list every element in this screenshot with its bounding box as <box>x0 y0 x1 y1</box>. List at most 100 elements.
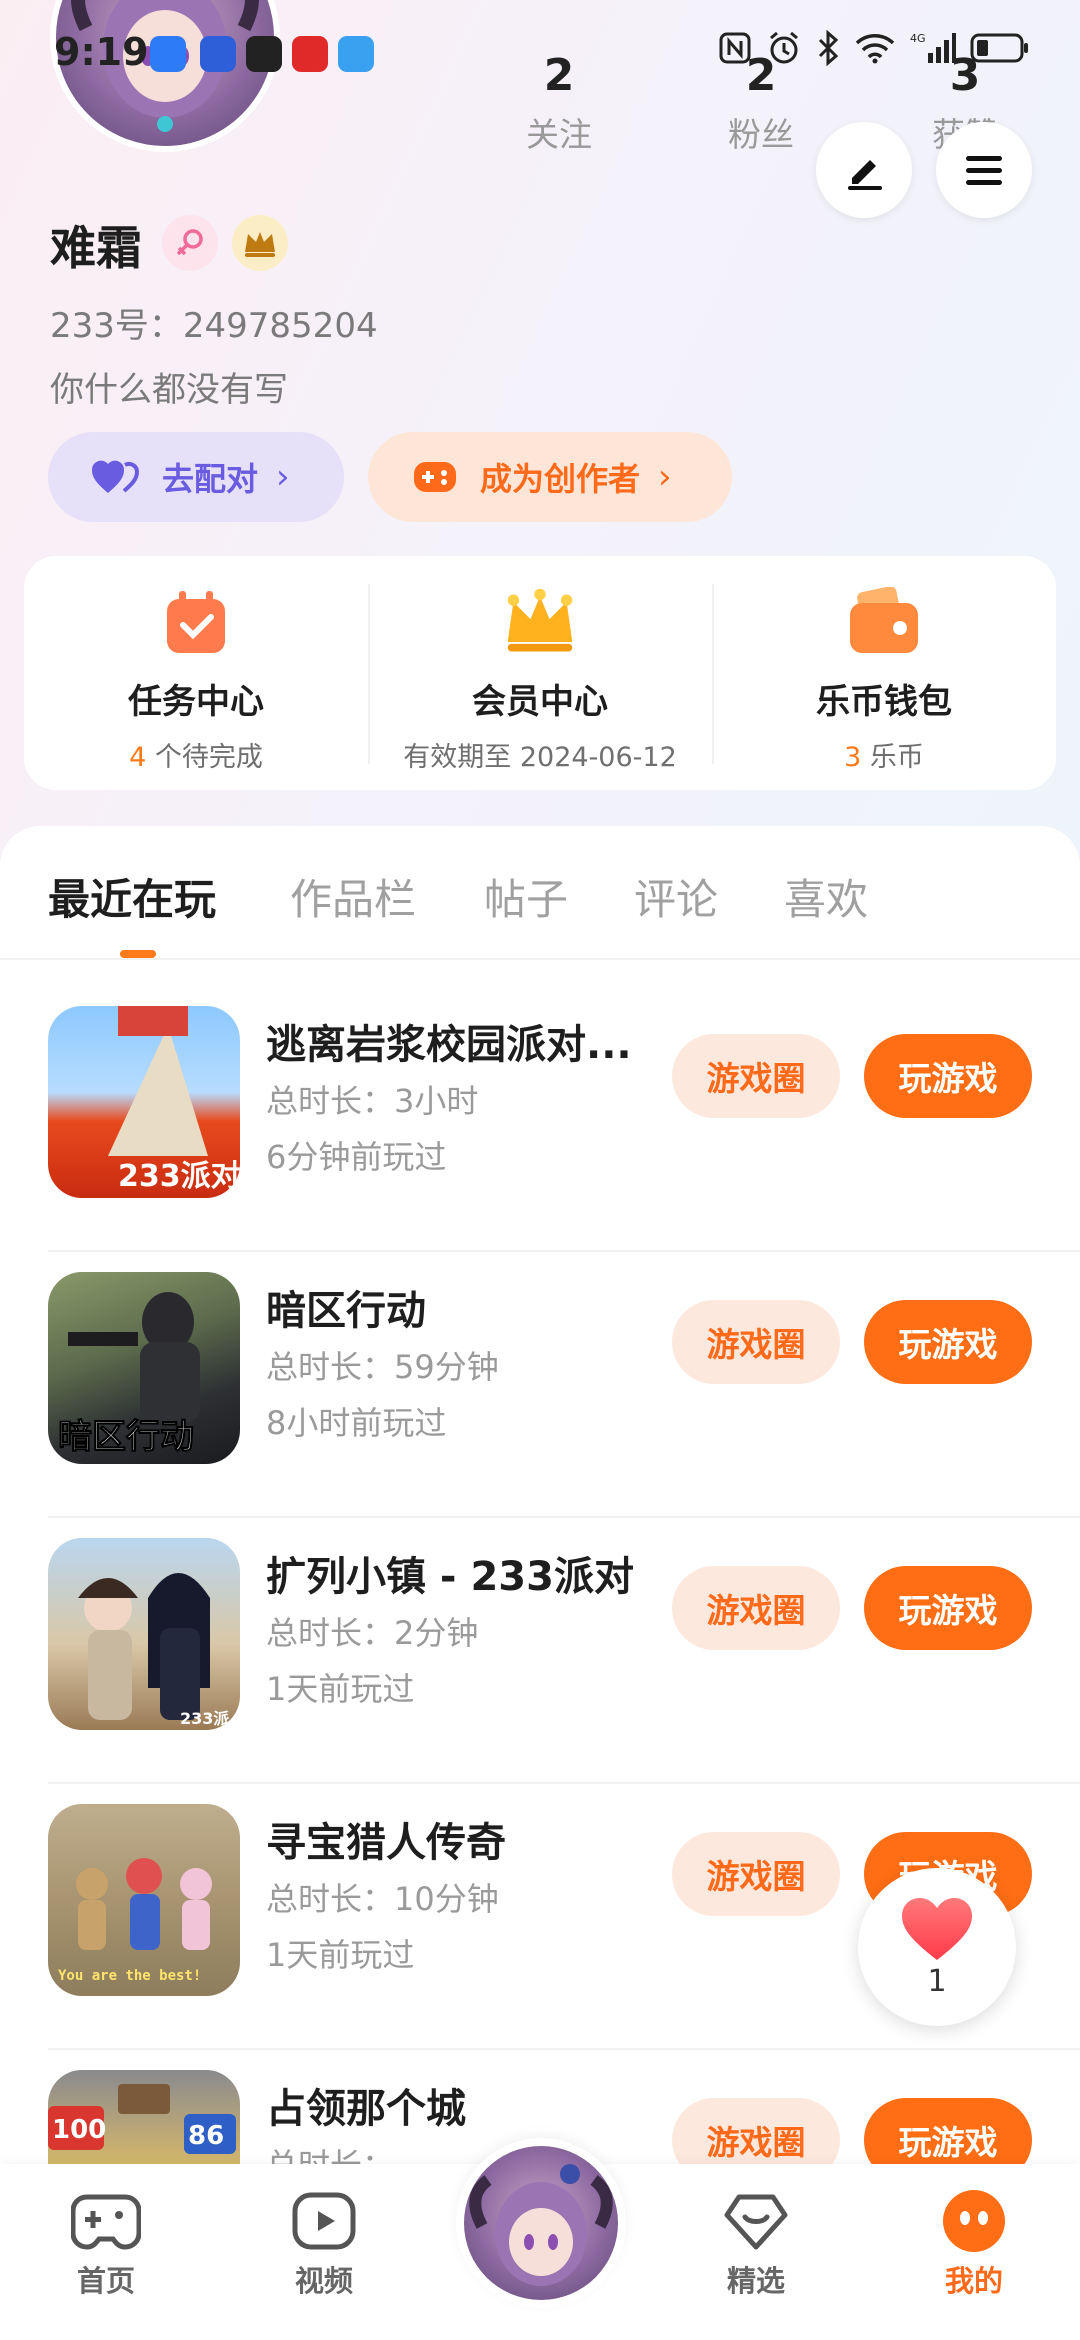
service-center-card: 任务中心 4 个待完成 会员中心 有效期至 2024-06-12 乐币钱包 3 … <box>24 556 1056 790</box>
play-game-button[interactable]: 玩游戏 <box>864 1566 1032 1650</box>
thumb-caption: You are the best! <box>58 1968 201 1984</box>
game-thumbnail: 233派对 <box>48 1006 240 1198</box>
nav-home-label: 首页 <box>76 2264 135 2298</box>
crown-icon <box>245 232 275 257</box>
heart-icon <box>902 1897 972 1960</box>
nav-center-avatar[interactable] <box>456 2138 626 2308</box>
tab-posts[interactable]: 帖子 <box>484 866 568 927</box>
weather-app-icon <box>338 36 374 72</box>
game-last-played: 1天前玩过 <box>266 1936 415 1974</box>
pair-button[interactable]: 去配对 › <box>48 432 344 522</box>
profile-tabs: 最近在玩 作品栏 帖子 评论 喜欢 <box>0 826 1080 960</box>
chevron-right-icon: › <box>276 457 290 497</box>
center-avatar-image <box>464 2146 618 2300</box>
thumb-caption: 233派对 <box>118 1159 240 1194</box>
task-center-subtitle-text: 个待完成 <box>146 742 263 773</box>
nav-mine[interactable]: 我的 <box>904 2190 1044 2300</box>
nav-featured[interactable]: 精选 <box>686 2190 826 2300</box>
bluetooth-icon <box>818 30 839 66</box>
game-name: 暗区行动 <box>266 1288 426 1334</box>
active-tab-indicator <box>120 950 156 958</box>
wifi-icon <box>855 34 895 64</box>
fans-label: 粉丝 <box>728 115 794 154</box>
nav-featured-label: 精选 <box>726 2264 785 2298</box>
game-name: 逃离岩浆校园派对... <box>266 1022 632 1068</box>
tab-likes[interactable]: 喜欢 <box>784 866 868 927</box>
game-thumbnail: You are the best! <box>48 1804 240 1996</box>
tab-works[interactable]: 作品栏 <box>290 866 416 927</box>
game-last-played: 8小时前玩过 <box>266 1404 447 1442</box>
game-circle-button[interactable]: 游戏圈 <box>672 1566 840 1650</box>
task-center-title: 任务中心 <box>128 682 264 722</box>
tab-comments[interactable]: 评论 <box>634 866 718 927</box>
game-duration: 总时长：3小时 <box>266 1082 479 1120</box>
gamepad-icon <box>71 2190 141 2252</box>
heart-diamond-icon <box>721 2190 791 2252</box>
video-icon <box>289 2190 359 2252</box>
member-center-entry[interactable]: 会员中心 有效期至 2024-06-12 <box>368 556 712 790</box>
wallet-title: 乐币钱包 <box>816 682 952 722</box>
battery-icon <box>970 33 1028 63</box>
wallet-unit: 乐币 <box>861 742 924 773</box>
game-last-played: 6分钟前玩过 <box>266 1138 447 1176</box>
game-name: 寻宝猎人传奇 <box>266 1820 506 1866</box>
status-bar: 9:19 4G <box>0 0 1080 110</box>
female-icon <box>176 229 203 256</box>
gender-female-badge <box>162 215 218 271</box>
nfc-icon <box>719 32 751 64</box>
menu-button[interactable] <box>936 122 1032 218</box>
wallet-subtitle: 3 乐币 <box>844 735 924 774</box>
profile-screen: 9:19 4G 2 关注 2 粉丝 3 难霜 233号：249785204 你什… <box>0 0 1080 2340</box>
nav-home[interactable]: 首页 <box>36 2190 176 2300</box>
game-row[interactable]: 233派 扩列小镇 - 233派对 总时长：2分钟 1天前玩过 游戏圈 玩游戏 <box>48 1518 1080 1784</box>
thumb-caption: 100 <box>52 2115 106 2145</box>
calendar-check-icon <box>158 584 234 660</box>
nav-video-label: 视频 <box>294 2264 353 2298</box>
username: 难霜 <box>50 221 142 275</box>
floating-like-button[interactable]: 1 <box>858 1868 1016 2026</box>
mine-face-icon <box>939 2190 1009 2252</box>
wallet-balance: 3 <box>844 742 862 773</box>
like-count: 1 <box>927 1963 947 1999</box>
game-name: 占领那个城 <box>266 2086 466 2132</box>
game-duration: 总时长：2分钟 <box>266 1614 479 1652</box>
game-thumbnail: 233派 <box>48 1538 240 1730</box>
edit-profile-button[interactable] <box>816 122 912 218</box>
chevron-right-icon: › <box>658 457 672 497</box>
tieba-app-icon <box>200 36 236 72</box>
vip-crown-badge[interactable] <box>232 215 288 271</box>
game-row[interactable]: 暗区行动 暗区行动 总时长：59分钟 8小时前玩过 游戏圈 玩游戏 <box>48 1252 1080 1518</box>
thumb-caption-2: 86 <box>188 2121 224 2151</box>
qq-app-icon <box>246 36 282 72</box>
shield-app-icon <box>150 36 186 72</box>
become-creator-button[interactable]: 成为创作者 › <box>368 432 732 522</box>
pair-button-label: 去配对 <box>162 460 259 498</box>
game-duration: 总时长：10分钟 <box>266 1880 499 1918</box>
status-time: 9:19 <box>54 30 149 74</box>
double-heart-icon <box>90 457 140 497</box>
member-expiry-text: 有效期至 2024-06-12 <box>403 742 677 773</box>
game-circle-button[interactable]: 游戏圈 <box>672 1034 840 1118</box>
game-circle-button[interactable]: 游戏圈 <box>672 1832 840 1916</box>
task-center-entry[interactable]: 任务中心 4 个待完成 <box>24 556 368 790</box>
thumb-caption: 暗区行动 <box>58 1417 194 1457</box>
signal-4g-icon: 4G <box>910 32 956 63</box>
pending-task-count: 4 <box>129 742 147 773</box>
game-circle-button[interactable]: 游戏圈 <box>672 1300 840 1384</box>
creator-button-label: 成为创作者 <box>480 460 641 498</box>
nav-video[interactable]: 视频 <box>254 2190 394 2300</box>
following-label: 关注 <box>526 115 592 154</box>
game-duration: 总时长：59分钟 <box>266 1348 499 1386</box>
lebi-wallet-entry[interactable]: 乐币钱包 3 乐币 <box>712 556 1056 790</box>
game-last-played: 1天前玩过 <box>266 1670 415 1708</box>
wallet-icon <box>846 584 922 660</box>
thumb-caption: 233派 <box>180 1709 230 1728</box>
play-game-button[interactable]: 玩游戏 <box>864 1300 1032 1384</box>
game-name: 扩列小镇 - 233派对 <box>266 1554 634 1600</box>
alarm-icon <box>770 31 798 64</box>
status-right-icons: 4G <box>718 30 1030 66</box>
tab-recently-played[interactable]: 最近在玩 <box>48 866 216 927</box>
user-bio: 你什么都没有写 <box>50 370 288 410</box>
play-game-button[interactable]: 玩游戏 <box>864 1034 1032 1118</box>
game-row[interactable]: 233派对 逃离岩浆校园派对... 总时长：3小时 6分钟前玩过 游戏圈 玩游戏 <box>48 986 1080 1252</box>
